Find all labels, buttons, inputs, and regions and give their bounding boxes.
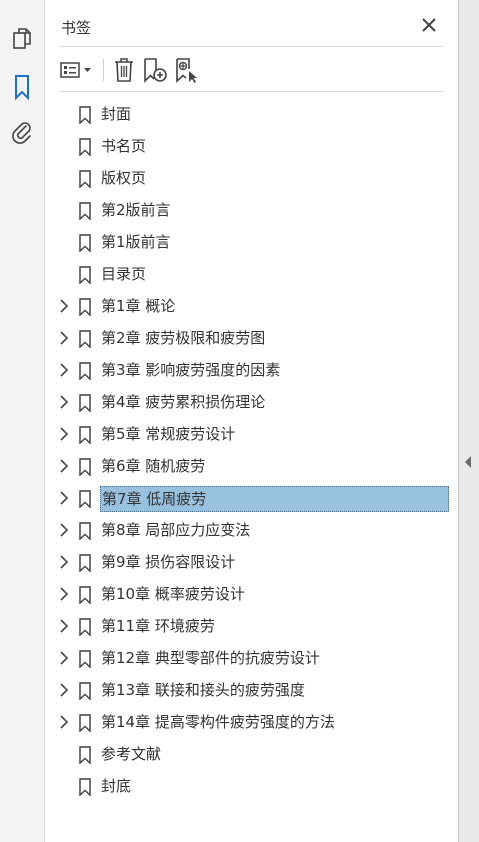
- bookmark-icon: [78, 714, 92, 733]
- bookmark-list: 封面 书名页 版权页 第2版前言 第1版前言 目录页 第1章 概论 第2章 疲劳极限和疲劳图第…: [45, 98, 458, 802]
- bookmark-item[interactable]: 第6章 随机疲劳: [45, 450, 458, 482]
- bookmark-label[interactable]: 书名页: [100, 135, 147, 157]
- bookmark-item[interactable]: 第11章 环境疲劳: [45, 610, 458, 642]
- bookmark-item[interactable]: 第13章 联接和接头的疲劳强度: [45, 674, 458, 706]
- bookmark-item[interactable]: 版权页: [45, 162, 458, 194]
- bookmark-item[interactable]: 第1章 概论: [45, 290, 458, 322]
- bookmark-item[interactable]: 封面: [45, 98, 458, 130]
- navigation-rail: [0, 0, 45, 842]
- expand-chevron-icon[interactable]: [57, 522, 71, 538]
- expand-chevron-icon[interactable]: [57, 394, 71, 410]
- bookmark-icon: [78, 234, 92, 253]
- bookmark-label[interactable]: 参考文献: [100, 743, 162, 765]
- bookmark-toolbar: [59, 56, 206, 84]
- bookmark-label[interactable]: 第3章 影响疲劳强度的因素: [100, 359, 281, 381]
- bookmark-icon: [78, 650, 92, 669]
- bookmark-item[interactable]: 目录页: [45, 258, 458, 290]
- bookmark-item[interactable]: 书名页: [45, 130, 458, 162]
- bookmark-item[interactable]: 第12章 典型零部件的抗疲劳设计: [45, 642, 458, 674]
- expand-chevron-icon[interactable]: [57, 426, 71, 442]
- bookmark-label[interactable]: 目录页: [100, 263, 147, 285]
- expand-chevron-icon[interactable]: [57, 682, 71, 698]
- bookmark-icon: [78, 618, 92, 637]
- bookmark-label[interactable]: 第2章 疲劳极限和疲劳图: [100, 327, 266, 349]
- expand-chevron-icon[interactable]: [57, 458, 71, 474]
- bookmark-item[interactable]: 第1版前言: [45, 226, 458, 258]
- bookmarks-panel: 书签 封面 书名页 版权页 第2版前言 第1版前言 目录页 第1章 概论 第2章…: [45, 0, 458, 842]
- bookmark-item[interactable]: 第14章 提高零构件疲劳强度的方法: [45, 706, 458, 738]
- bookmark-icon: [78, 394, 92, 413]
- bookmark-label[interactable]: 封底: [100, 775, 132, 797]
- expand-chevron-icon[interactable]: [57, 650, 71, 666]
- bookmark-from-selection-icon[interactable]: [174, 56, 200, 84]
- bookmark-icon: [78, 682, 92, 701]
- bookmark-label[interactable]: 第1版前言: [100, 231, 172, 253]
- bookmark-icon: [78, 298, 92, 317]
- expand-chevron-icon[interactable]: [57, 298, 71, 314]
- bookmark-icon: [78, 170, 92, 189]
- pages-icon[interactable]: [8, 25, 36, 53]
- attachments-icon[interactable]: [8, 118, 36, 146]
- expand-chevron-icon[interactable]: [57, 714, 71, 730]
- bookmark-item[interactable]: 第8章 局部应力应变法: [45, 514, 458, 546]
- expand-chevron-icon[interactable]: [57, 362, 71, 378]
- bookmark-item[interactable]: 第9章 损伤容限设计: [45, 546, 458, 578]
- bookmarks-icon[interactable]: [8, 73, 36, 101]
- new-bookmark-icon[interactable]: [142, 56, 168, 84]
- bookmark-icon: [78, 330, 92, 349]
- bookmark-icon: [78, 522, 92, 541]
- bookmark-icon: [78, 426, 92, 445]
- expand-chevron-icon[interactable]: [57, 330, 71, 346]
- bookmark-icon: [78, 458, 92, 477]
- bookmark-label[interactable]: 第6章 随机疲劳: [100, 455, 206, 477]
- bookmark-icon: [78, 202, 92, 221]
- divider: [59, 46, 444, 47]
- bookmark-label[interactable]: 第9章 损伤容限设计: [100, 551, 236, 573]
- bookmark-icon: [78, 362, 92, 381]
- close-icon[interactable]: [418, 14, 440, 36]
- bookmark-icon: [78, 138, 92, 157]
- bookmark-label[interactable]: 第11章 环境疲劳: [100, 615, 216, 637]
- expand-chevron-icon[interactable]: [57, 618, 71, 634]
- bookmark-item[interactable]: 封底: [45, 770, 458, 802]
- bookmark-label[interactable]: 版权页: [100, 167, 147, 189]
- bookmark-item[interactable]: 第4章 疲劳累积损伤理论: [45, 386, 458, 418]
- bookmark-item[interactable]: 第10章 概率疲劳设计: [45, 578, 458, 610]
- bookmark-label[interactable]: 第13章 联接和接头的疲劳强度: [100, 679, 306, 701]
- bookmark-label[interactable]: 第2版前言: [100, 199, 172, 221]
- bookmark-label[interactable]: 第5章 常规疲劳设计: [100, 423, 236, 445]
- bookmark-label[interactable]: 第8章 局部应力应变法: [100, 519, 251, 541]
- bookmark-label[interactable]: 第12章 典型零部件的抗疲劳设计: [100, 647, 321, 669]
- bookmark-item[interactable]: 参考文献: [45, 738, 458, 770]
- bookmark-label[interactable]: 封面: [100, 103, 132, 125]
- bookmark-item[interactable]: 第7章 低周疲劳: [45, 482, 458, 514]
- bookmark-label[interactable]: 第1章 概论: [100, 295, 176, 317]
- delete-icon[interactable]: [112, 56, 136, 84]
- expand-chevron-icon[interactable]: [57, 554, 71, 570]
- bookmark-icon: [78, 586, 92, 605]
- collapse-arrow-icon[interactable]: [465, 456, 471, 468]
- bookmark-item[interactable]: 第2版前言: [45, 194, 458, 226]
- divider: [59, 91, 444, 92]
- bookmark-label[interactable]: 第7章 低周疲劳: [100, 486, 449, 512]
- toolbar-separator: [103, 59, 104, 81]
- bookmark-label[interactable]: 第14章 提高零构件疲劳强度的方法: [100, 711, 336, 733]
- panel-splitter[interactable]: [458, 0, 479, 842]
- panel-title: 书签: [61, 19, 92, 37]
- bookmark-label[interactable]: 第4章 疲劳累积损伤理论: [100, 391, 266, 413]
- bookmark-label[interactable]: 第10章 概率疲劳设计: [100, 583, 246, 605]
- bookmark-icon: [78, 746, 92, 765]
- bookmark-icon: [78, 490, 92, 509]
- options-menu-icon[interactable]: [59, 56, 95, 84]
- bookmark-icon: [78, 266, 92, 285]
- bookmark-item[interactable]: 第2章 疲劳极限和疲劳图: [45, 322, 458, 354]
- bookmark-icon: [78, 554, 92, 573]
- expand-chevron-icon[interactable]: [57, 490, 71, 506]
- bookmark-item[interactable]: 第5章 常规疲劳设计: [45, 418, 458, 450]
- bookmark-item[interactable]: 第3章 影响疲劳强度的因素: [45, 354, 458, 386]
- bookmark-icon: [78, 106, 92, 125]
- bookmark-icon: [78, 778, 92, 797]
- expand-chevron-icon[interactable]: [57, 586, 71, 602]
